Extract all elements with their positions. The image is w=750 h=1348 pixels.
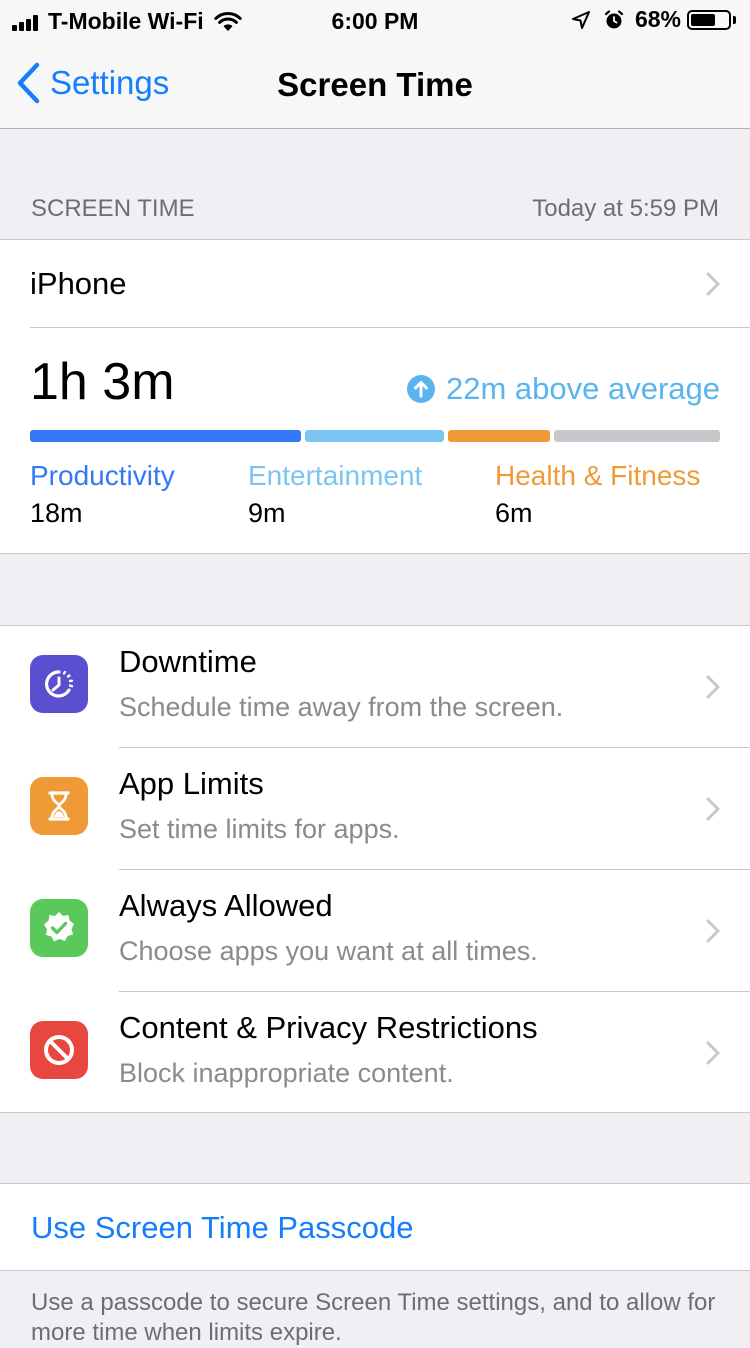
last-updated-label: Today at 5:59 PM [532,195,719,222]
chevron-right-icon [706,272,720,296]
options-list: Downtime Schedule time away from the scr… [0,625,750,1113]
device-name: iPhone [30,266,127,301]
category-time: 6m [495,498,533,528]
location-icon [571,10,590,29]
category-name: Health & Fitness [495,460,701,491]
device-row[interactable]: iPhone [0,240,750,328]
divider [30,327,750,328]
battery-icon [687,9,731,30]
checkmark-badge-icon [30,899,88,957]
usage-card: iPhone 1h 3m 22m above average Productiv… [0,239,750,554]
category-name: Productivity [30,460,175,491]
use-passcode-button[interactable]: Use Screen Time Passcode [0,1183,750,1271]
chevron-right-icon [706,1041,720,1065]
option-app-limits[interactable]: App Limits Set time limits for apps. [0,748,750,870]
battery-nub [733,15,736,24]
alarm-icon [604,9,624,28]
passcode-footer-text: Use a passcode to secure Screen Time set… [31,1289,716,1346]
trend-indicator: 22m above average [406,371,720,407]
chevron-right-icon [706,675,720,699]
category-health-fitness: Health & Fitness 6m [495,460,700,529]
use-passcode-label: Use Screen Time Passcode [31,1210,414,1245]
battery-fill [691,13,715,26]
arrow-up-circle-icon [406,375,435,403]
battery-percent: 68% [634,6,681,32]
option-title: Downtime [119,644,257,679]
option-subtitle: Set time limits for apps. [119,814,400,844]
option-title: Always Allowed [119,888,333,923]
chevron-right-icon [706,797,720,821]
usage-bar [30,430,720,442]
category-time: 18m [30,498,83,528]
status-right: 68% [571,6,736,33]
category-entertainment: Entertainment 9m [248,460,422,529]
trend-label: 22m above average [445,371,720,406]
section-header-title: SCREEN TIME [31,195,195,222]
navigation-bar: Settings Screen Time [0,40,750,129]
option-always-allowed[interactable]: Always Allowed Choose apps you want at a… [0,870,750,992]
option-content-privacy-restrictions[interactable]: Content & Privacy Restrictions Block ina… [0,992,750,1114]
usage-bar-segment [554,430,720,442]
option-title: Content & Privacy Restrictions [119,1010,538,1045]
category-name: Entertainment [248,460,423,491]
option-subtitle: Schedule time away from the screen. [119,692,564,722]
status-bar: T-Mobile Wi-Fi 6:00 PM 68% [0,0,750,40]
downtime-icon [30,655,88,713]
category-time: 9m [248,498,286,528]
usage-bar-segment [30,430,301,442]
page-title: Screen Time [277,66,473,103]
category-productivity: Productivity 18m [30,460,175,529]
usage-bar-segment [305,430,444,442]
option-title: App Limits [119,766,264,801]
option-subtitle: Block inappropriate content. [119,1058,454,1088]
total-screen-time: 1h 3m [30,353,175,411]
chevron-right-icon [706,919,720,943]
hourglass-icon [30,777,88,835]
option-subtitle: Choose apps you want at all times. [119,936,538,966]
restricted-icon [30,1021,88,1079]
usage-bar-segment [448,430,550,442]
option-downtime[interactable]: Downtime Schedule time away from the scr… [0,626,750,748]
